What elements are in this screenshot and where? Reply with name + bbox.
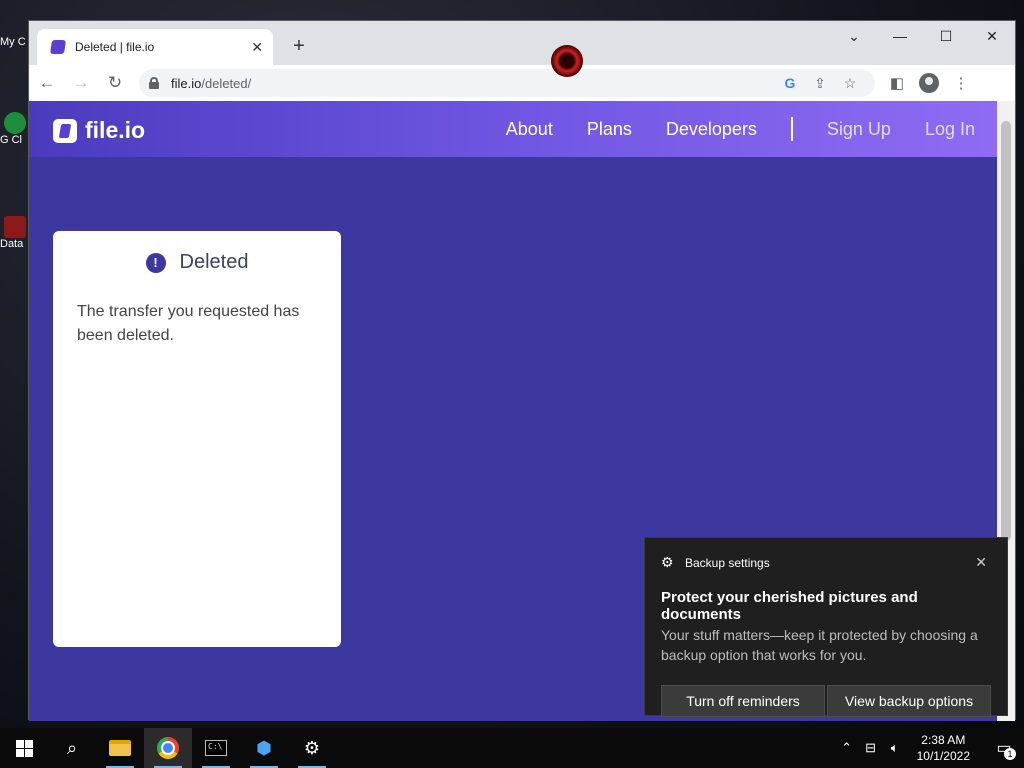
search-icon: ⌕ bbox=[66, 737, 78, 758]
desktop-icon-my-computer[interactable]: My C bbox=[0, 36, 28, 48]
clock-time: 2:38 AM bbox=[921, 733, 966, 747]
desktop-icon-chrome[interactable]: G Cl bbox=[0, 112, 28, 146]
alert-icon: ! bbox=[145, 252, 166, 273]
recording-indicator-icon bbox=[551, 45, 583, 77]
fileio-favicon-icon bbox=[50, 40, 66, 54]
windows-logo-icon bbox=[15, 739, 33, 757]
gear-icon: ⚙ bbox=[661, 554, 674, 570]
google-lens-icon[interactable]: G bbox=[775, 75, 805, 91]
settings-gear-icon: ⚙ bbox=[303, 737, 321, 758]
toast-app-name: Backup settings bbox=[685, 555, 770, 570]
clock[interactable]: 2:38 AM 10/1/2022 bbox=[917, 732, 970, 764]
desktop-icon-label: Data bbox=[0, 238, 24, 250]
database-icon bbox=[4, 216, 26, 238]
deleted-card: ! Deleted The transfer you requested has… bbox=[53, 231, 341, 647]
site-nav: About Plans Developers Sign Up Log In bbox=[472, 101, 975, 157]
desktop-icon-label: My C bbox=[0, 36, 26, 48]
fileio-logo-icon bbox=[53, 118, 77, 143]
chrome-icon bbox=[157, 737, 179, 759]
url-path: /deleted/ bbox=[201, 75, 252, 91]
network-app-icon: ⬢ bbox=[256, 737, 272, 758]
toast-actions: Turn off reminders View backup options bbox=[661, 685, 991, 717]
nav-signup-link[interactable]: Sign Up bbox=[827, 119, 891, 140]
menu-kebab-icon[interactable]: ⋮ bbox=[945, 74, 977, 92]
taskbar-settings[interactable]: ⚙ bbox=[288, 728, 336, 768]
search-button[interactable]: ⌕ bbox=[48, 728, 96, 768]
chrome-icon bbox=[4, 112, 26, 134]
reload-button[interactable]: ↻ bbox=[99, 67, 131, 99]
volume-icon[interactable]: 🔈︎ bbox=[883, 740, 907, 756]
forward-button[interactable]: → bbox=[65, 67, 97, 99]
tab-deleted[interactable]: Deleted | file.io ✕ bbox=[37, 29, 273, 65]
system-tray: ⌃ ⊟ 🔈︎ 2:38 AM 10/1/2022 ▭ 1 bbox=[835, 728, 1024, 768]
minimize-button[interactable]: — bbox=[877, 21, 923, 51]
desktop-icons: My C G Cl Data bbox=[0, 0, 28, 720]
browser-toolbar: ← → ↻ file.io/deleted/ G ⇪ ☆ ◧ ⋮ bbox=[29, 65, 1015, 101]
card-title: Deleted bbox=[179, 251, 249, 273]
tab-close-icon[interactable]: ✕ bbox=[251, 39, 263, 56]
network-icon[interactable]: ⊟ bbox=[859, 740, 883, 756]
fileio-logo[interactable]: file.io bbox=[53, 117, 145, 144]
back-button[interactable]: ← bbox=[31, 67, 63, 99]
view-backup-options-button[interactable]: View backup options bbox=[827, 685, 991, 717]
taskbar-network-app[interactable]: ⬢ bbox=[240, 728, 288, 768]
url-host: file.io bbox=[171, 75, 202, 91]
folder-icon bbox=[109, 740, 131, 756]
clock-date: 10/1/2022 bbox=[916, 749, 970, 763]
action-center-button[interactable]: ▭ 1 bbox=[984, 738, 1024, 760]
desktop-icon-label: G Cl bbox=[0, 134, 22, 146]
backup-notification: ⚙ Backup settings ✕ Protect your cherish… bbox=[644, 537, 1008, 717]
taskbar: ⌕ C:\ ⬢ ⚙ ⌃ ⊟ 🔈︎ 2:38 AM 10/1/2022 ▭ 1 bbox=[0, 728, 1024, 768]
logo-text: file.io bbox=[85, 117, 146, 143]
toast-text: Your stuff matters—keep it protected by … bbox=[661, 627, 978, 663]
bookmark-star-icon[interactable]: ☆ bbox=[835, 75, 865, 92]
side-panel-icon[interactable]: ◧ bbox=[881, 74, 913, 92]
tab-strip: Deleted | file.io ✕ + ⌄ — ☐ ✕ bbox=[29, 21, 1015, 65]
notification-count: 1 bbox=[1004, 748, 1016, 760]
new-tab-button[interactable]: + bbox=[287, 34, 311, 58]
site-header: file.io About Plans Developers Sign Up L… bbox=[29, 101, 999, 157]
toast-header: ⚙ Backup settings ✕ bbox=[661, 554, 991, 571]
terminal-icon: C:\ bbox=[205, 740, 227, 756]
chevron-up-icon[interactable]: ⌃ bbox=[835, 740, 859, 756]
lock-icon[interactable] bbox=[149, 77, 159, 89]
card-header: ! Deleted bbox=[77, 251, 317, 274]
profile-avatar-icon[interactable] bbox=[919, 73, 939, 93]
tab-title: Deleted | file.io bbox=[75, 40, 155, 54]
nav-plans-link[interactable]: Plans bbox=[587, 119, 632, 140]
start-button[interactable] bbox=[0, 728, 48, 768]
maximize-button[interactable]: ☐ bbox=[923, 21, 969, 51]
toast-title: Protect your cherished pictures and docu… bbox=[661, 589, 918, 623]
tab-search-button[interactable]: ⌄ bbox=[831, 21, 877, 51]
taskbar-file-explorer[interactable] bbox=[96, 728, 144, 768]
taskbar-cmd[interactable]: C:\ bbox=[192, 728, 240, 768]
window-controls: ⌄ — ☐ ✕ bbox=[831, 21, 1015, 53]
close-window-button[interactable]: ✕ bbox=[969, 21, 1015, 51]
nav-login-link[interactable]: Log In bbox=[925, 119, 975, 140]
turn-off-reminders-button[interactable]: Turn off reminders bbox=[661, 685, 825, 717]
nav-about-link[interactable]: About bbox=[506, 119, 553, 140]
desktop-icon-data[interactable]: Data bbox=[0, 216, 28, 250]
nav-divider bbox=[790, 117, 793, 141]
card-message: The transfer you requested has been dele… bbox=[77, 303, 300, 344]
scroll-thumb[interactable] bbox=[1001, 121, 1011, 541]
share-icon[interactable]: ⇪ bbox=[805, 75, 835, 92]
nav-developers-link[interactable]: Developers bbox=[666, 119, 757, 140]
taskbar-chrome[interactable] bbox=[144, 728, 192, 768]
address-bar[interactable]: file.io/deleted/ G ⇪ ☆ bbox=[139, 69, 875, 97]
toast-close-icon[interactable]: ✕ bbox=[975, 554, 987, 571]
